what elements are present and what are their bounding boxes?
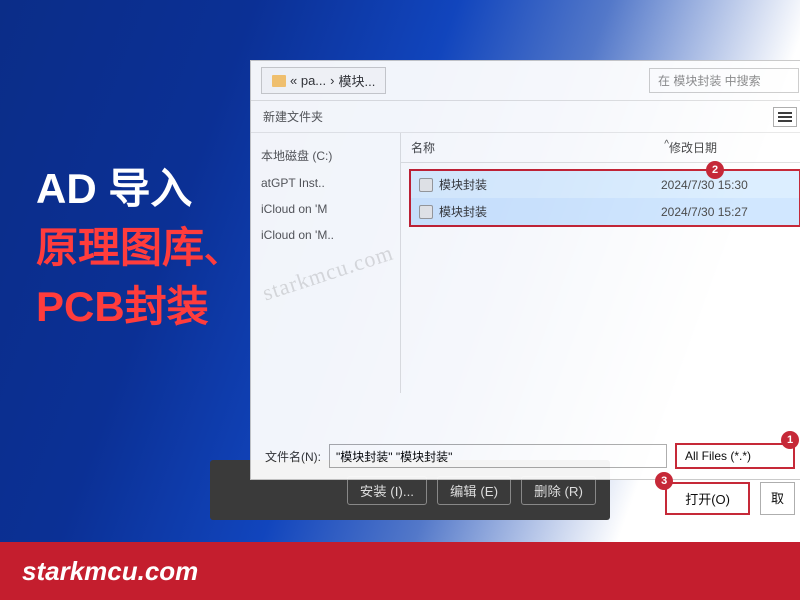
headline-line-3: PCB封装 (36, 278, 240, 337)
annotation-badge-1: 1 (781, 431, 799, 449)
dialog-address-bar: « pa... › 模块... 在 模块封装 中搜索 (251, 61, 800, 101)
sidebar-item-label: 本地磁盘 (C:) (261, 147, 332, 164)
column-header-date[interactable]: 修改日期 (669, 139, 799, 156)
file-row[interactable]: 模块封装 2024/7/30 15:27 (411, 198, 799, 225)
file-list-header: 名称 ^ 修改日期 (401, 133, 800, 163)
sidebar-item-2[interactable]: iCloud on 'M (261, 196, 390, 222)
breadcrumb-prefix: « pa... (290, 73, 326, 88)
headline-line-1: AD 导入 (36, 160, 240, 219)
sidebar-item-label: iCloud on 'M.. (261, 228, 334, 242)
view-options-button[interactable] (773, 107, 797, 127)
file-name: 模块封装 (439, 176, 661, 193)
filename-input[interactable] (329, 444, 667, 468)
headline: AD 导入 原理图库、 PCB封装 (36, 160, 240, 336)
filename-label: 文件名(N): (265, 448, 321, 465)
file-row[interactable]: 模块封装 2024/7/30 15:30 (411, 171, 799, 198)
file-icon (419, 205, 433, 219)
file-date: 2024/7/30 15:30 (661, 178, 791, 192)
secondary-button[interactable]: 取 (760, 482, 795, 515)
sidebar-item-disk-c[interactable]: 本地磁盘 (C:) (261, 141, 390, 170)
dialog-toolbar: 新建文件夹 (251, 101, 800, 133)
sidebar-item-1[interactable]: atGPT Inst.. (261, 170, 390, 196)
file-date: 2024/7/30 15:27 (661, 205, 791, 219)
footer-site: starkmcu.com (22, 556, 198, 587)
filetype-value: All Files (*.*) (685, 449, 751, 463)
sidebar-item-label: iCloud on 'M (261, 202, 327, 216)
file-icon (419, 178, 433, 192)
file-list-area: 名称 ^ 修改日期 2 模块封装 2024/7/30 15:30 模块封装 20… (401, 133, 800, 393)
sidebar-item-3[interactable]: iCloud on 'M.. (261, 222, 390, 248)
annotation-badge-2: 2 (706, 161, 724, 179)
filetype-dropdown[interactable]: 1 All Files (*.*) (675, 443, 795, 469)
annotation-badge-3: 3 (655, 472, 673, 490)
file-name: 模块封装 (439, 203, 661, 220)
new-folder-button[interactable]: 新建文件夹 (263, 108, 323, 125)
footer-bar: starkmcu.com (0, 542, 800, 600)
dialog-bottom-bar: 文件名(N): 1 All Files (*.*) (251, 433, 800, 479)
sidebar-item-label: atGPT Inst.. (261, 176, 325, 190)
dialog-actions: 3 打开(O) 取 (665, 482, 795, 515)
open-button-label: 打开(O) (685, 492, 730, 507)
column-header-name[interactable]: 名称 (411, 139, 634, 156)
folder-icon (272, 75, 286, 87)
selected-files-highlight: 2 模块封装 2024/7/30 15:30 模块封装 2024/7/30 15… (409, 169, 800, 227)
search-input[interactable]: 在 模块封装 中搜索 (649, 68, 799, 93)
headline-line-2: 原理图库 (36, 224, 204, 271)
breadcrumb[interactable]: « pa... › 模块... (261, 67, 386, 94)
open-button[interactable]: 3 打开(O) (665, 482, 750, 515)
breadcrumb-sep: › (330, 73, 334, 88)
breadcrumb-current: 模块... (338, 71, 375, 90)
headline-comma: 、 (204, 229, 240, 270)
